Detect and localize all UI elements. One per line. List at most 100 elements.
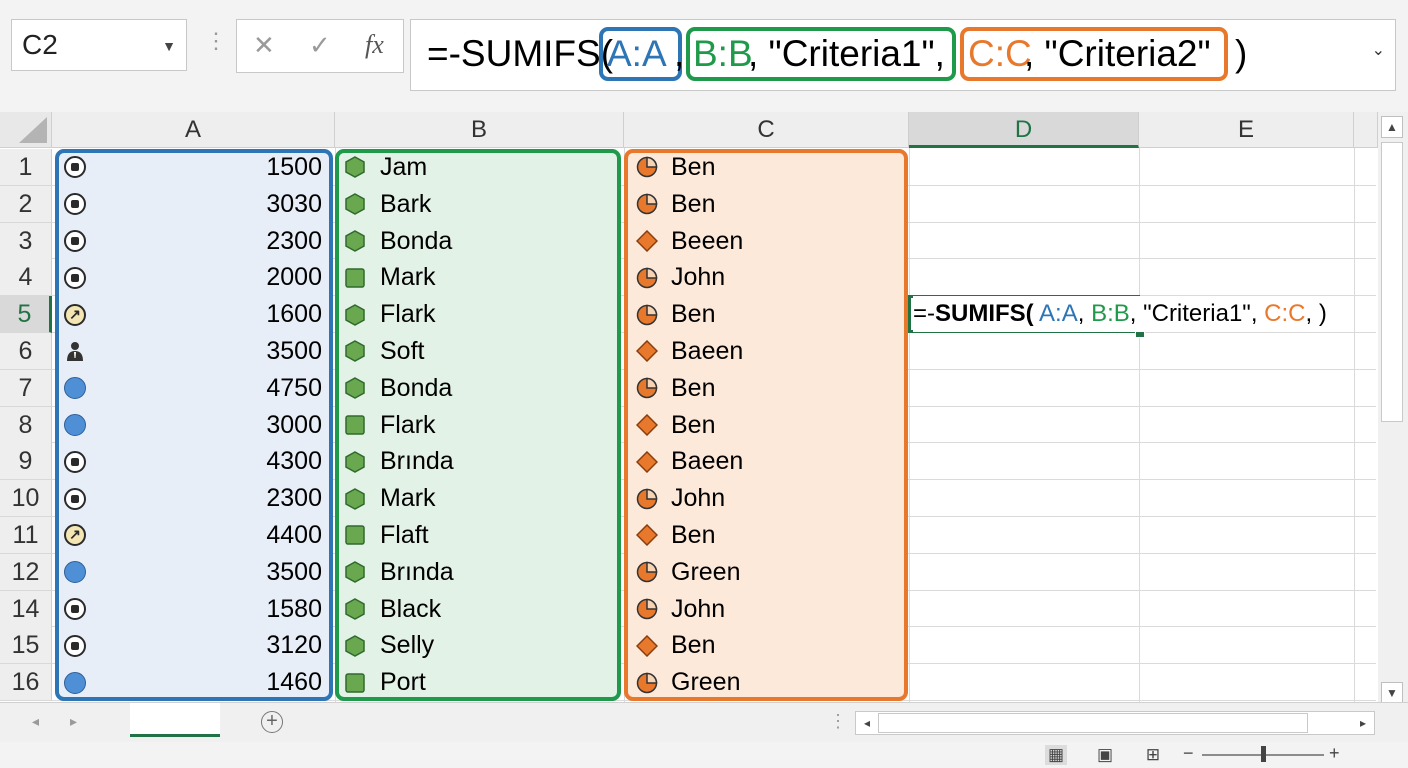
column-header-a[interactable]: A (52, 112, 335, 148)
column-header-c[interactable]: C (624, 112, 909, 148)
cell-c-value[interactable]: Ben (671, 149, 715, 186)
cell-b-value[interactable]: Flaft (380, 517, 429, 554)
cell-c-value[interactable]: John (671, 259, 725, 296)
row-header[interactable]: 16 (0, 664, 52, 702)
column-header-e[interactable]: E (1139, 112, 1354, 148)
cell-b-value[interactable]: Bonda (380, 370, 452, 407)
cell-b-value[interactable]: Bonda (380, 223, 452, 260)
row-header[interactable]: 10 (0, 480, 52, 518)
scroll-right-icon[interactable]: ▸ (1353, 713, 1373, 733)
cell-c-value[interactable]: Green (671, 664, 740, 701)
name-box-value[interactable]: C2 (22, 29, 58, 61)
select-all-corner[interactable] (0, 112, 52, 148)
horizontal-scrollbar[interactable]: ◂ ▸ (855, 711, 1375, 735)
formula-bar[interactable]: =-SUMIFS( A:A , B:B , "Criteria1", C:C ,… (410, 19, 1396, 91)
cell-d5-formula[interactable]: =-SUMIFS( A:A, B:B, "Criteria1", C:C, ) (913, 296, 1333, 332)
cell-c-value[interactable]: Ben (671, 186, 715, 223)
row-header[interactable]: 4 (0, 259, 52, 297)
cell-a-value[interactable]: 4750 (100, 370, 322, 407)
add-sheet-icon[interactable]: + (261, 711, 283, 733)
insert-function-icon[interactable]: fx (365, 30, 384, 60)
scroll-down-icon[interactable]: ▼ (1381, 682, 1403, 704)
row-header[interactable]: 8 (0, 406, 52, 444)
zoom-out-icon[interactable]: − (1183, 743, 1194, 764)
name-box[interactable]: C2 ▼ (11, 19, 187, 71)
cell-a-value[interactable]: 3030 (100, 186, 322, 223)
row-header[interactable]: 6 (0, 333, 52, 370)
cell-a-value[interactable]: 2300 (100, 480, 322, 517)
cell-c-value[interactable]: Ben (671, 627, 715, 664)
cell-a-value[interactable]: 1580 (100, 591, 322, 628)
cell-c-value[interactable]: Ben (671, 370, 715, 407)
cell-b-value[interactable]: Black (380, 591, 441, 628)
cell-c-value[interactable]: Baeen (671, 333, 743, 370)
zoom-slider-thumb[interactable] (1261, 746, 1266, 762)
cell-c-value[interactable]: John (671, 591, 725, 628)
cell-c-value[interactable]: Ben (671, 407, 715, 444)
cell-a-value[interactable]: 3120 (100, 627, 322, 664)
scroll-left-icon[interactable]: ◂ (857, 713, 877, 733)
row-header[interactable]: 1 (0, 149, 52, 186)
row-header[interactable]: 14 (0, 590, 52, 628)
cell-b-value[interactable]: Mark (380, 480, 436, 517)
vertical-scrollbar[interactable]: ▲ ▼ (1378, 112, 1408, 704)
cell-b-value[interactable]: Flark (380, 407, 436, 444)
cell-a-value[interactable]: 1500 (100, 149, 322, 186)
spreadsheet-grid[interactable]: A B C D E 1 1500 Jam Ben 2 3030 Bark Ben 3 2300 Bo… (0, 112, 1408, 704)
page-break-view-icon[interactable]: ⊞ (1142, 745, 1164, 765)
row-header[interactable]: 5 (0, 296, 52, 334)
cell-b-value[interactable]: Flark (380, 296, 436, 333)
vertical-dots-icon[interactable]: ⋮ (205, 30, 227, 52)
sheet-tab-active[interactable] (130, 703, 220, 737)
zoom-in-icon[interactable]: + (1329, 743, 1340, 764)
row-header[interactable]: 3 (0, 222, 52, 260)
column-header-f[interactable] (1354, 112, 1378, 148)
row-header[interactable]: 12 (0, 553, 52, 591)
cell-a-value[interactable]: 1600 (100, 296, 322, 333)
tab-scroll-right-icon[interactable]: ▸ (70, 713, 77, 730)
vertical-scroll-thumb[interactable] (1381, 142, 1403, 422)
cell-c-value[interactable]: Green (671, 554, 740, 591)
cell-b-value[interactable]: Bark (380, 186, 431, 223)
cell-c-value[interactable]: John (671, 480, 725, 517)
page-layout-view-icon[interactable]: ▣ (1094, 745, 1116, 765)
cell-c-value[interactable]: Ben (671, 296, 715, 333)
horizontal-scroll-thumb[interactable] (878, 713, 1308, 733)
cell-a-value[interactable]: 3500 (100, 554, 322, 591)
cell-a-value[interactable]: 3000 (100, 407, 322, 444)
cell-a-value[interactable]: 3500 (100, 333, 322, 370)
cell-b-value[interactable]: Brında (380, 554, 454, 591)
cell-b-value[interactable]: Mark (380, 259, 436, 296)
cell-a-value[interactable]: 2000 (100, 259, 322, 296)
row-header[interactable]: 2 (0, 185, 52, 223)
row-header[interactable]: 15 (0, 627, 52, 665)
cancel-icon[interactable]: ✕ (253, 30, 275, 61)
cell-c-value[interactable]: Ben (671, 517, 715, 554)
row-header[interactable]: 9 (0, 443, 52, 481)
cell-b-value[interactable]: Port (380, 664, 426, 701)
cell-b-value[interactable]: Brında (380, 443, 454, 480)
tab-scroll-left-icon[interactable]: ◂ (32, 713, 39, 730)
cell-b-value[interactable]: Selly (380, 627, 434, 664)
cell-a-value[interactable]: 2300 (100, 223, 322, 260)
cell-a-value[interactable]: 1460 (100, 664, 322, 701)
cell-c-value[interactable]: Baeen (671, 443, 743, 480)
column-header-d[interactable]: D (909, 112, 1139, 148)
cell-a-value[interactable]: 4300 (100, 443, 322, 480)
expand-formula-bar-icon[interactable]: ⌄ (1372, 40, 1385, 60)
formula-range-a: A:A (607, 33, 667, 74)
scroll-up-icon[interactable]: ▲ (1381, 116, 1403, 138)
blue-circle-icon (64, 414, 86, 436)
cell-c-value[interactable]: Beeen (671, 223, 743, 260)
enter-icon[interactable]: ✓ (309, 30, 331, 61)
column-header-b[interactable]: B (335, 112, 624, 148)
chevron-down-icon[interactable]: ▼ (162, 38, 176, 54)
tab-split-handle-icon[interactable]: ⋮ (829, 711, 847, 732)
cell-b-value[interactable]: Jam (380, 149, 427, 186)
cell-b-value[interactable]: Soft (380, 333, 424, 370)
normal-view-icon[interactable]: ▦ (1045, 745, 1067, 765)
row-header[interactable]: 7 (0, 369, 52, 407)
cell-a-value[interactable]: 4400 (100, 517, 322, 554)
row-header[interactable]: 11 (0, 517, 52, 554)
stop-circle-icon (64, 487, 86, 510)
